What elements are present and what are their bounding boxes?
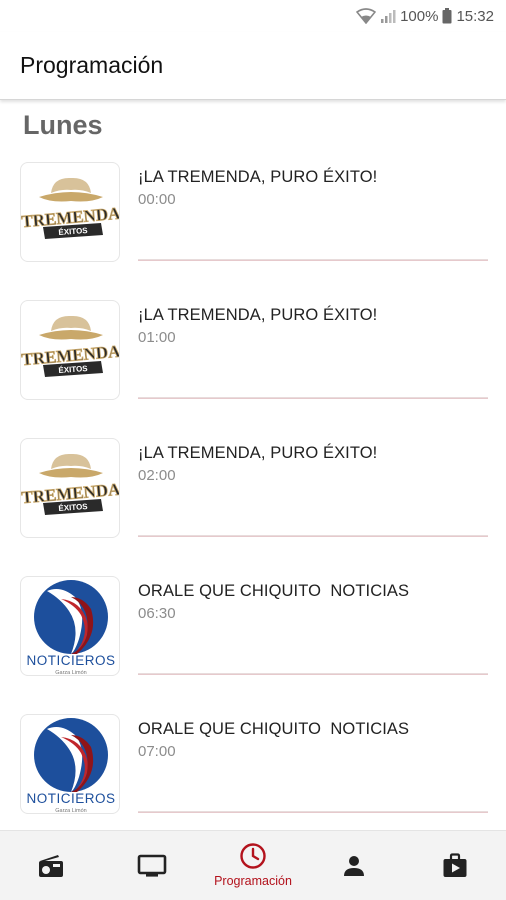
divider <box>138 397 488 399</box>
nav-item-tv[interactable] <box>101 831 202 900</box>
divider <box>138 535 488 537</box>
nav-label-programacion: Programación <box>214 873 292 888</box>
nav-item-profile[interactable] <box>304 831 405 900</box>
day-heading: Lunes <box>23 110 103 140</box>
logo-text: NOTICIEROS <box>26 791 115 806</box>
page-title: Programación <box>20 52 164 78</box>
tremenda-logo: TREMENDA ÉXITOS <box>20 162 120 262</box>
app-bar: Programación <box>0 32 506 100</box>
nav-item-radio[interactable] <box>0 831 101 900</box>
nav-item-video[interactable] <box>405 831 506 900</box>
program-list: TREMENDA ÉXITOS ¡LA TREMENDA, PURO ÉXITO… <box>0 158 506 830</box>
tv-icon <box>137 854 167 878</box>
screen: 100% 15:32 Programación Lunes TREMENDA É… <box>0 0 506 900</box>
program-title: ¡LA TREMENDA, PURO ÉXITO! <box>138 168 378 186</box>
radio-icon <box>38 854 64 878</box>
program-time: 01:00 <box>138 329 176 346</box>
wifi-icon <box>356 8 377 24</box>
bottom-nav: Programación <box>0 830 506 900</box>
tremenda-logo: TREMENDA ÉXITOS <box>20 300 120 400</box>
clock-icon <box>239 842 267 870</box>
program-title: ORALE QUE CHIQUITO NOTICIAS <box>138 720 410 738</box>
video-bag-icon <box>442 852 468 879</box>
program-title: ¡LA TREMENDA, PURO ÉXITO! <box>138 444 378 462</box>
program-item[interactable]: TREMENDA ÉXITOS ¡LA TREMENDA, PURO ÉXITO… <box>0 296 506 434</box>
program-time: 00:00 <box>138 191 176 208</box>
program-item[interactable]: NOTICIEROS Garza Limón ORALE QUE CHIQUIT… <box>0 572 506 710</box>
schedule-content[interactable]: Lunes TREMENDA ÉXITOS ¡LA TREMENDA, PURO… <box>0 100 506 830</box>
status-bar: 100% 15:32 <box>0 0 506 32</box>
program-item[interactable]: TREMENDA ÉXITOS ¡LA TREMENDA, PURO ÉXITO… <box>0 434 506 572</box>
program-time: 02:00 <box>138 467 176 484</box>
clock-time: 15:32 <box>456 7 494 25</box>
logo-subtext: Garza Limón <box>55 808 87 814</box>
program-item[interactable]: NOTICIEROS Garza Limón ORALE QUE CHIQUIT… <box>0 710 506 830</box>
person-icon <box>342 854 366 878</box>
program-title: ¡LA TREMENDA, PURO ÉXITO! <box>138 306 378 324</box>
program-time: 06:30 <box>138 605 176 622</box>
divider <box>138 259 488 261</box>
battery-percent: 100% <box>400 7 439 25</box>
noticieros-logo: NOTICIEROS Garza Limón <box>20 576 120 676</box>
battery-icon <box>442 8 452 24</box>
signal-icon <box>380 8 396 24</box>
divider <box>138 811 488 813</box>
logo-subtext: Garza Limón <box>55 670 87 676</box>
noticieros-logo: NOTICIEROS Garza Limón <box>20 714 120 814</box>
tremenda-logo: TREMENDA ÉXITOS <box>20 438 120 538</box>
program-item[interactable]: TREMENDA ÉXITOS ¡LA TREMENDA, PURO ÉXITO… <box>0 158 506 296</box>
program-title: ORALE QUE CHIQUITO NOTICIAS <box>138 582 410 600</box>
nav-item-programacion[interactable]: Programación <box>202 831 303 900</box>
program-time: 07:00 <box>138 743 176 760</box>
logo-text: NOTICIEROS <box>26 653 115 668</box>
divider <box>138 673 488 675</box>
